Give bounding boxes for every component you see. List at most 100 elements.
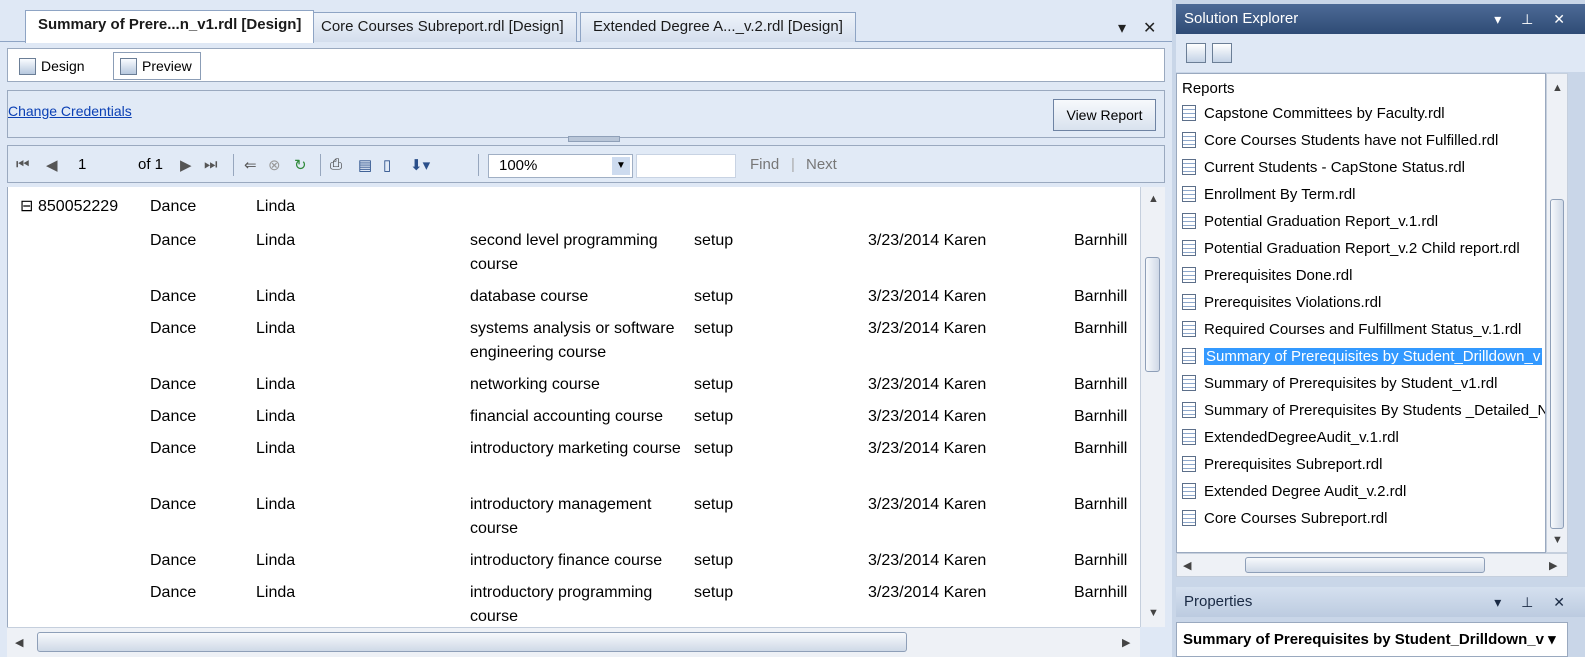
solution-explorer-toolbar: [1176, 34, 1585, 72]
close-icon[interactable]: ✕: [1143, 18, 1156, 38]
parameter-splitter-handle[interactable]: [568, 136, 620, 142]
tree-item-report[interactable]: Required Courses and Fulfillment Status_…: [1182, 318, 1545, 342]
scroll-thumb[interactable]: [1145, 257, 1160, 372]
find-next-button[interactable]: Next: [806, 156, 837, 173]
print-layout-icon[interactable]: ▤: [358, 156, 372, 174]
tab-summary-prerequisites[interactable]: Summary of Prere...n_v1.rdl [Design]: [25, 10, 315, 43]
row-first-name: Linda: [256, 496, 296, 513]
page-number-input[interactable]: 1: [78, 154, 123, 176]
stop-icon[interactable]: ⊗: [268, 156, 281, 174]
back-icon[interactable]: ⇐: [244, 156, 257, 174]
panel-buttons[interactable]: ▾ ⊥ ✕: [1494, 587, 1573, 617]
scroll-thumb[interactable]: [1550, 199, 1564, 529]
tab-extended-degree-audit[interactable]: Extended Degree A..._v.2.rdl [Design]: [580, 12, 856, 42]
report-horizontal-scrollbar[interactable]: ◀ ▶: [7, 627, 1140, 657]
previous-page-icon[interactable]: ◀: [46, 156, 58, 174]
tab-core-courses-subreport[interactable]: Core Courses Subreport.rdl [Design]: [308, 12, 577, 42]
find-button[interactable]: Find: [750, 156, 779, 173]
report-file-icon: [1182, 456, 1196, 472]
last-page-icon[interactable]: ⏭: [204, 156, 218, 173]
find-input[interactable]: [636, 154, 736, 178]
row-status: setup: [694, 496, 734, 513]
scroll-thumb[interactable]: [1245, 557, 1485, 573]
tree-item-report[interactable]: Core Courses Subreport.rdl: [1182, 507, 1545, 531]
scroll-right-icon[interactable]: ▶: [1122, 636, 1130, 649]
report-file-icon: [1182, 429, 1196, 445]
tree-item-report[interactable]: Prerequisites Violations.rdl: [1182, 291, 1545, 315]
view-report-button[interactable]: View Report: [1053, 99, 1156, 131]
scroll-left-icon[interactable]: ◀: [15, 636, 23, 649]
row-first-name: Linda: [256, 552, 296, 569]
panel-buttons[interactable]: ▾ ⊥ ✕: [1494, 4, 1573, 34]
row-by-last-name: Barnhill: [1074, 552, 1128, 569]
tree-item-report[interactable]: Enrollment By Term.rdl: [1182, 183, 1545, 207]
scroll-thumb[interactable]: [37, 632, 907, 652]
tab-design-label: Design: [41, 58, 85, 74]
tree-item-label: Potential Graduation Report_v.2 Child re…: [1204, 240, 1520, 257]
zoom-select[interactable]: 100% ▼: [488, 154, 633, 178]
scroll-left-icon[interactable]: ◀: [1183, 559, 1191, 572]
change-credentials-link[interactable]: Change Credentials: [8, 103, 132, 119]
row-status: setup: [694, 584, 734, 601]
scroll-up-icon[interactable]: ▲: [1552, 82, 1563, 94]
row-by-last-name: Barnhill: [1074, 496, 1128, 513]
tab-preview[interactable]: Preview: [113, 52, 201, 80]
scroll-up-icon[interactable]: ▲: [1148, 193, 1159, 205]
scroll-down-icon[interactable]: ▼: [1552, 534, 1563, 546]
row-by-last-name: Barnhill: [1074, 232, 1128, 249]
tab-preview-label: Preview: [142, 58, 192, 74]
tree-item-report[interactable]: ExtendedDegreeAudit_v.1.rdl: [1182, 426, 1545, 450]
tab-overflow-icon[interactable]: ▾: [1118, 18, 1126, 38]
tree-item-report[interactable]: Prerequisites Done.rdl: [1182, 264, 1545, 288]
row-course: introductory marketing course: [470, 440, 681, 457]
report-file-icon: [1182, 240, 1196, 256]
tree-item-report[interactable]: Potential Graduation Report_v.1.rdl: [1182, 210, 1545, 234]
report-vertical-scrollbar[interactable]: ▲ ▼: [1140, 187, 1165, 627]
tab-design[interactable]: Design: [12, 52, 94, 80]
tree-item-report[interactable]: Extended Degree Audit_v.2.rdl: [1182, 480, 1545, 504]
scroll-down-icon[interactable]: ▼: [1148, 607, 1159, 619]
print-icon[interactable]: ⎙: [330, 156, 342, 173]
properties-header: Properties ▾ ⊥ ✕: [1176, 587, 1585, 617]
tree-item-report[interactable]: Summary of Prerequisites by Student_Dril…: [1182, 345, 1545, 369]
toolbar-separator: [320, 154, 321, 176]
tree-root-reports[interactable]: Reports: [1182, 78, 1235, 100]
tree-item-label: Required Courses and Fulfillment Status_…: [1204, 321, 1522, 338]
solution-explorer-title: Solution Explorer: [1184, 10, 1299, 27]
show-all-files-icon[interactable]: [1212, 43, 1232, 63]
row-first-name: Linda: [256, 408, 296, 425]
row-by-last-name: Barnhill: [1074, 408, 1128, 425]
design-icon: [19, 57, 36, 75]
row-by-last-name: Barnhill: [1074, 288, 1128, 305]
tree-item-report[interactable]: Potential Graduation Report_v.2 Child re…: [1182, 237, 1545, 261]
tree-item-report[interactable]: Summary of Prerequisites by Student_v1.r…: [1182, 372, 1545, 396]
first-page-icon[interactable]: ⏮: [16, 156, 30, 173]
properties-object-select[interactable]: Summary of Prerequisites by Student_Dril…: [1176, 622, 1568, 657]
row-course: introductory management course: [470, 496, 652, 537]
tree-item-report[interactable]: Current Students - CapStone Status.rdl: [1182, 156, 1545, 180]
page-count: of 1: [138, 156, 164, 173]
group-toggle-icon[interactable]: ⊟: [20, 195, 33, 219]
tree-item-label: Capstone Committees by Faculty.rdl: [1204, 105, 1445, 122]
tree-item-label: Prerequisites Violations.rdl: [1204, 294, 1382, 311]
parameter-bar: Change Credentials View Report: [7, 90, 1165, 142]
solution-vertical-scrollbar[interactable]: ▲ ▼: [1546, 73, 1568, 553]
row-course: networking course: [470, 376, 600, 393]
scroll-right-icon[interactable]: ▶: [1549, 559, 1557, 572]
tree-item-report[interactable]: Core Courses Students have not Fulfilled…: [1182, 129, 1545, 153]
export-icon[interactable]: ⬇▾: [410, 156, 430, 174]
report-file-icon: [1182, 186, 1196, 202]
tree-item-report[interactable]: Capstone Committees by Faculty.rdl: [1182, 102, 1545, 126]
page-setup-icon[interactable]: ▯: [383, 156, 391, 174]
properties-icon[interactable]: [1186, 43, 1206, 63]
refresh-icon[interactable]: ↻: [294, 156, 307, 174]
next-page-icon[interactable]: ▶: [180, 156, 192, 174]
row-by-last-name: Barnhill: [1074, 584, 1128, 601]
document-area: Summary of Prere...n_v1.rdl [Design] Cor…: [0, 0, 1172, 657]
tree-item-report[interactable]: Prerequisites Subreport.rdl: [1182, 453, 1545, 477]
solution-horizontal-scrollbar[interactable]: ◀ ▶: [1176, 553, 1568, 577]
properties-title: Properties: [1184, 593, 1253, 610]
report-toolbar: ⏮ ◀ 1 of 1 ▶ ⏭ ⇐ ⊗ ↻ ⎙ ▤ ▯ ⬇▾ 100% ▼ Fin…: [7, 145, 1165, 183]
document-tab-strip: Summary of Prere...n_v1.rdl [Design] Cor…: [0, 10, 1172, 43]
tree-item-report[interactable]: Summary of Prerequisites By Students _De…: [1182, 399, 1545, 423]
